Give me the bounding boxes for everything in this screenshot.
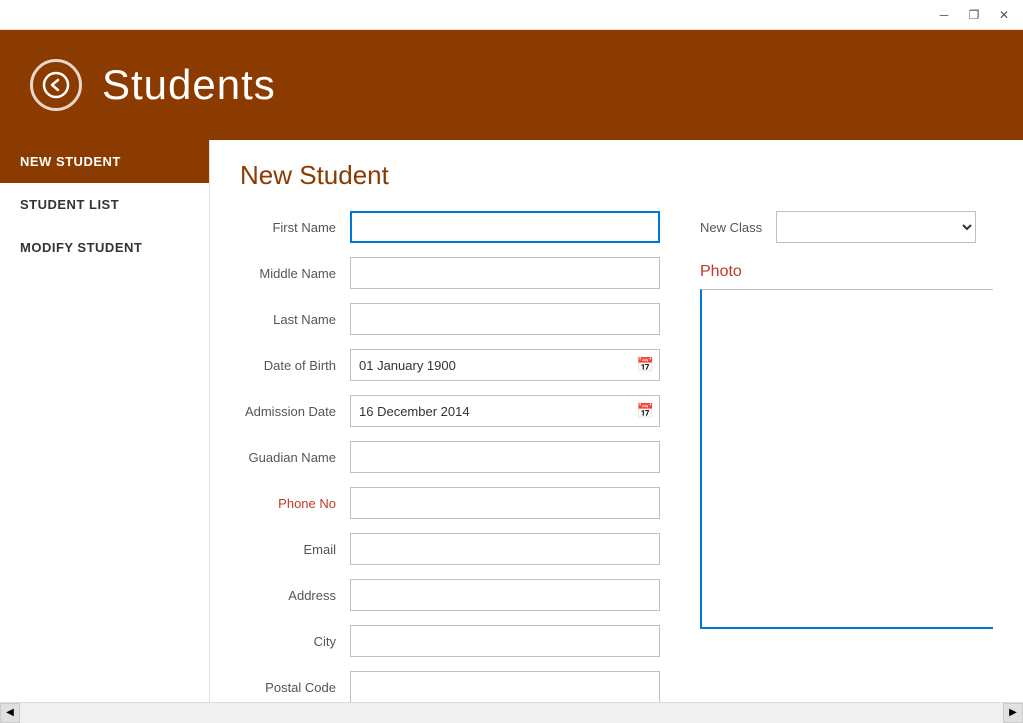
- dob-input-wrapper: 📅: [350, 349, 660, 381]
- main-area: NEW STUDENT STUDENT LIST MODIFY STUDENT …: [0, 140, 1023, 702]
- scroll-right-button[interactable]: ▶: [1003, 703, 1023, 723]
- postal-code-input[interactable]: [350, 671, 660, 702]
- middle-name-input[interactable]: [350, 257, 660, 289]
- sidebar: NEW STUDENT STUDENT LIST MODIFY STUDENT: [0, 140, 210, 702]
- photo-label: Photo: [700, 263, 993, 281]
- sidebar-item-student-list[interactable]: STUDENT LIST: [0, 183, 209, 226]
- first-name-row: First Name: [240, 211, 660, 243]
- admission-date-row: Admission Date 📅: [240, 395, 660, 427]
- form-layout: First Name Middle Name Last Name Date of…: [240, 211, 993, 702]
- city-label: City: [240, 634, 350, 649]
- back-button[interactable]: [30, 59, 82, 111]
- admission-date-input[interactable]: [350, 395, 660, 427]
- last-name-input[interactable]: [350, 303, 660, 335]
- class-select[interactable]: [776, 211, 976, 243]
- app-header: Students: [0, 30, 1023, 140]
- minimize-button[interactable]: ─: [933, 4, 955, 26]
- last-name-row: Last Name: [240, 303, 660, 335]
- sidebar-item-new-student[interactable]: NEW STUDENT: [0, 140, 209, 183]
- middle-name-row: Middle Name: [240, 257, 660, 289]
- guardian-name-row: Guadian Name: [240, 441, 660, 473]
- city-input[interactable]: [350, 625, 660, 657]
- bottom-scrollbar: ◀ ▶: [0, 702, 1023, 722]
- scroll-left-button[interactable]: ◀: [0, 703, 20, 723]
- close-button[interactable]: ✕: [993, 4, 1015, 26]
- scroll-track: [20, 703, 1003, 722]
- phone-input[interactable]: [350, 487, 660, 519]
- titlebar: ─ ❐ ✕: [0, 0, 1023, 30]
- address-label: Address: [240, 588, 350, 603]
- email-input[interactable]: [350, 533, 660, 565]
- class-row: New Class: [700, 211, 993, 243]
- sidebar-item-modify-student[interactable]: MODIFY STUDENT: [0, 226, 209, 269]
- guardian-name-input[interactable]: [350, 441, 660, 473]
- phone-label: Phone No: [240, 496, 350, 511]
- dob-input[interactable]: [350, 349, 660, 381]
- form-right: New Class Photo: [700, 211, 993, 702]
- first-name-label: First Name: [240, 220, 350, 235]
- address-input[interactable]: [350, 579, 660, 611]
- postal-code-label: Postal Code: [240, 680, 350, 695]
- last-name-label: Last Name: [240, 312, 350, 327]
- email-row: Email: [240, 533, 660, 565]
- city-row: City: [240, 625, 660, 657]
- photo-box[interactable]: [700, 289, 993, 629]
- phone-row: Phone No: [240, 487, 660, 519]
- photo-section: Photo: [700, 263, 993, 629]
- page-title: New Student: [240, 160, 993, 191]
- middle-name-label: Middle Name: [240, 266, 350, 281]
- first-name-input[interactable]: [350, 211, 660, 243]
- email-label: Email: [240, 542, 350, 557]
- form-left: First Name Middle Name Last Name Date of…: [240, 211, 660, 702]
- class-label: New Class: [700, 220, 762, 235]
- dob-row: Date of Birth 📅: [240, 349, 660, 381]
- admission-date-label: Admission Date: [240, 404, 350, 419]
- app-title: Students: [102, 61, 276, 109]
- dob-label: Date of Birth: [240, 358, 350, 373]
- admission-date-input-wrapper: 📅: [350, 395, 660, 427]
- content-area: New Student First Name Middle Name Last …: [210, 140, 1023, 702]
- restore-button[interactable]: ❐: [963, 4, 985, 26]
- address-row: Address: [240, 579, 660, 611]
- guardian-name-label: Guadian Name: [240, 450, 350, 465]
- postal-code-row: Postal Code: [240, 671, 660, 702]
